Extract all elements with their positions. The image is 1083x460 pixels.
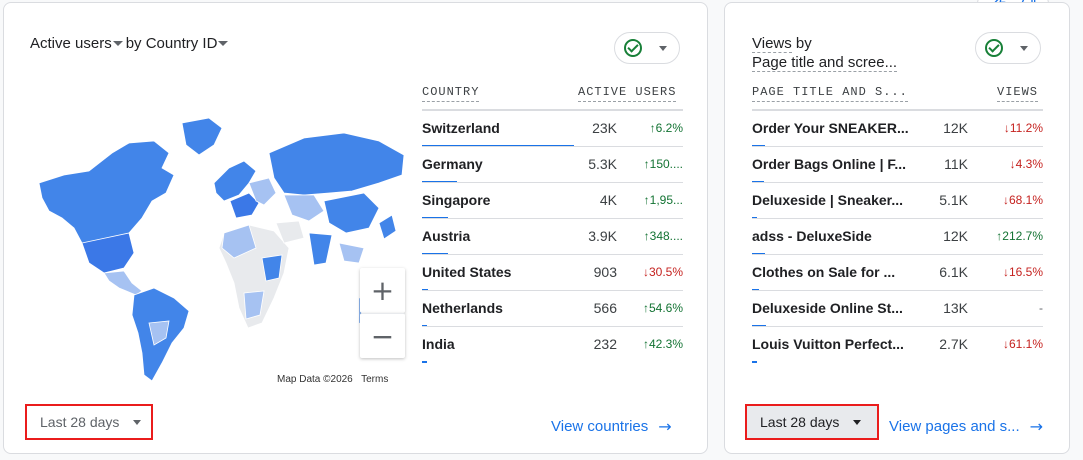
row-change: ↓68.1% bbox=[1002, 193, 1043, 207]
row-value: 11K bbox=[944, 156, 968, 172]
metric-selector[interactable]: Views bbox=[752, 35, 792, 53]
row-change: ↑212.7% bbox=[996, 229, 1043, 243]
row-name: Order Your SNEAKER... bbox=[752, 120, 909, 136]
dropdown-arrow-icon bbox=[218, 40, 229, 46]
table-row[interactable]: Deluxeside | Sneaker... 5.1K ↓68.1% bbox=[752, 182, 1043, 219]
row-name: Deluxeside | Sneaker... bbox=[752, 192, 903, 208]
chevron-down-icon bbox=[853, 419, 862, 425]
date-range-selector[interactable]: Last 28 days bbox=[745, 404, 879, 440]
row-change: - bbox=[1039, 301, 1043, 315]
row-value: 566 bbox=[593, 300, 617, 316]
arrow-right-icon: → bbox=[1029, 417, 1044, 436]
row-name: Clothes on Sale for ... bbox=[752, 264, 896, 280]
row-change: ↑1,95... bbox=[643, 193, 683, 207]
row-proportion-bar bbox=[422, 361, 427, 363]
row-value: 5.1K bbox=[939, 192, 968, 208]
chevron-down-icon bbox=[133, 419, 142, 425]
dimension-selector[interactable]: by Country ID bbox=[126, 35, 232, 52]
table-row[interactable]: adss - DeluxeSide 12K ↑212.7% bbox=[752, 218, 1043, 255]
row-value: 4K bbox=[599, 192, 617, 208]
row-change: ↑6.2% bbox=[649, 121, 683, 135]
row-change: ↓61.1% bbox=[1002, 337, 1043, 351]
metric-selector[interactable]: Active users bbox=[30, 35, 126, 52]
world-map[interactable]: + − Map Data ©2026 Terms bbox=[34, 83, 409, 388]
chevron-down-icon bbox=[1020, 45, 1028, 51]
table-row[interactable]: Singapore 4K ↑1,95... bbox=[422, 182, 683, 219]
check-circle-icon bbox=[624, 39, 642, 57]
map-data-credit: Map Data ©2026 Terms bbox=[274, 373, 392, 386]
row-value: 3.9K bbox=[588, 228, 617, 244]
dimension-selector[interactable]: Page title and scree... bbox=[752, 54, 898, 72]
row-change: ↓11.2% bbox=[1003, 121, 1043, 135]
row-value: 6.1K bbox=[939, 264, 968, 280]
table-row[interactable]: United States 903 ↓30.5% bbox=[422, 254, 683, 291]
table-row[interactable]: Clothes on Sale for ... 6.1K ↓16.5% bbox=[752, 254, 1043, 291]
row-name: Deluxeside Online St... bbox=[752, 300, 903, 316]
map-terms-link[interactable]: Terms bbox=[361, 374, 388, 385]
view-countries-link[interactable]: View countries → bbox=[551, 417, 672, 436]
row-value: 5.3K bbox=[588, 156, 617, 172]
row-name: adss - DeluxeSide bbox=[752, 228, 872, 244]
table-row[interactable]: Netherlands 566 ↑54.6% bbox=[422, 290, 683, 327]
comparison-status-button[interactable] bbox=[614, 32, 680, 64]
chevron-down-icon bbox=[659, 45, 667, 51]
row-change: ↓30.5% bbox=[642, 265, 683, 279]
row-change: ↑348.... bbox=[643, 229, 683, 243]
card-title: Active users by Country ID bbox=[30, 35, 231, 52]
row-name: United States bbox=[422, 264, 512, 280]
table-row[interactable]: Germany 5.3K ↑150.... bbox=[422, 146, 683, 183]
table-row[interactable]: India 232 ↑42.3% bbox=[422, 326, 683, 363]
row-change: ↑150.... bbox=[643, 157, 683, 171]
row-value: 13K bbox=[943, 300, 968, 316]
row-name: Order Bags Online | F... bbox=[752, 156, 907, 172]
row-name: Germany bbox=[422, 156, 483, 172]
table-row[interactable]: Deluxeside Online St... 13K - bbox=[752, 290, 1043, 327]
active-users-column-header[interactable]: ACTIVE USERS bbox=[578, 85, 677, 102]
row-change: ↓4.3% bbox=[1009, 157, 1043, 171]
zoom-out-button[interactable]: − bbox=[360, 313, 405, 358]
date-range-selector[interactable]: Last 28 days bbox=[25, 404, 153, 440]
card-title: Views by Page title and scree... bbox=[752, 35, 898, 72]
row-change: ↑54.6% bbox=[642, 301, 683, 315]
row-value: 23K bbox=[592, 120, 617, 136]
table-row[interactable]: Louis Vuitton Perfect... 2.7K ↓61.1% bbox=[752, 326, 1043, 363]
row-name: Netherlands bbox=[422, 300, 503, 316]
row-value: 232 bbox=[593, 336, 617, 352]
dropdown-arrow-icon bbox=[112, 40, 123, 46]
views-column-header[interactable]: VIEWS bbox=[997, 85, 1039, 102]
zoom-in-button[interactable]: + bbox=[360, 268, 405, 313]
row-value: 12K bbox=[943, 120, 968, 136]
row-value: 12K bbox=[943, 228, 968, 244]
table-row[interactable]: Austria 3.9K ↑348.... bbox=[422, 218, 683, 255]
row-value: 2.7K bbox=[939, 336, 968, 352]
row-proportion-bar bbox=[752, 361, 757, 363]
row-change: ↑42.3% bbox=[642, 337, 683, 351]
row-name: India bbox=[422, 336, 455, 352]
row-name: Singapore bbox=[422, 192, 491, 208]
check-circle-icon bbox=[985, 39, 1003, 57]
country-column-header[interactable]: COUNTRY bbox=[422, 85, 480, 102]
active-users-by-country-card: Active users by Country ID + − Map Data … bbox=[3, 2, 708, 454]
arrow-right-icon: → bbox=[658, 417, 672, 436]
comparison-status-button[interactable] bbox=[975, 32, 1041, 64]
page-title-column-header[interactable]: PAGE TITLE AND S... bbox=[752, 85, 908, 102]
row-value: 903 bbox=[593, 264, 617, 280]
view-pages-link[interactable]: View pages and s... → bbox=[889, 417, 1043, 436]
table-row[interactable]: Order Bags Online | F... 11K ↓4.3% bbox=[752, 146, 1043, 183]
views-by-page-title-card: Views by Page title and scree... PAGE TI… bbox=[724, 2, 1070, 454]
table-row[interactable]: Switzerland 23K ↑6.2% bbox=[422, 110, 683, 147]
row-change: ↓16.5% bbox=[1002, 265, 1043, 279]
row-name: Louis Vuitton Perfect... bbox=[752, 336, 904, 352]
row-name: Switzerland bbox=[422, 120, 500, 136]
table-row[interactable]: Order Your SNEAKER... 12K ↓11.2% bbox=[752, 110, 1043, 147]
row-name: Austria bbox=[422, 228, 471, 244]
